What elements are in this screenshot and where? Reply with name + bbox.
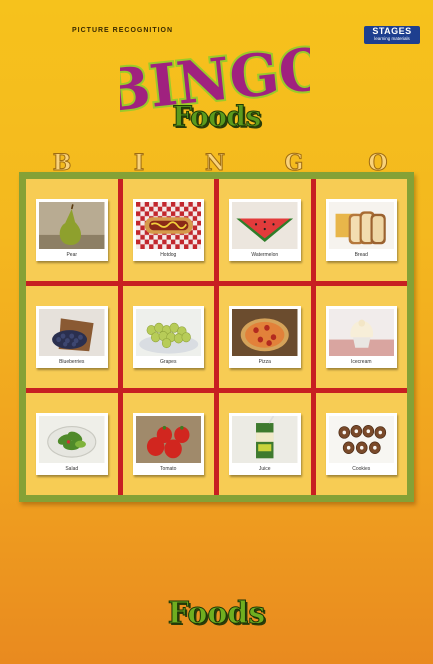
- juice-icon: [232, 416, 298, 463]
- bingo-cell[interactable]: Cookies: [315, 393, 407, 495]
- bingo-cell[interactable]: Tomato: [122, 393, 214, 495]
- picture-card: Grapes: [132, 306, 204, 368]
- pizza-icon: [232, 309, 298, 356]
- game-box-cover: PICTURE RECOGNITION STAGES learning mate…: [0, 0, 433, 664]
- card-label: Icecream: [350, 359, 372, 365]
- bingo-board: Pear Hotdog Watermelon Bread Blueberries…: [19, 172, 414, 502]
- bingo-cell[interactable]: Salad: [26, 393, 118, 495]
- card-label: Hotdog: [160, 252, 177, 258]
- card-label: Juice: [258, 466, 271, 472]
- picture-card: Pear: [36, 199, 108, 261]
- subtitle: Foods: [172, 100, 262, 134]
- bingo-cell[interactable]: Icecream: [315, 286, 407, 388]
- brand-logo: STAGES learning materials: [364, 26, 420, 44]
- bingo-cell[interactable]: Hotdog: [122, 179, 214, 281]
- card-label: Bread: [354, 252, 368, 258]
- tomato-icon: [135, 416, 201, 463]
- picture-card: Hotdog: [132, 199, 204, 261]
- footer-title: Foods: [167, 596, 266, 632]
- cookies-icon: [328, 416, 394, 463]
- picture-card: Tomato: [132, 413, 204, 475]
- picture-card: Juice: [229, 413, 301, 475]
- card-label: Blueberries: [59, 359, 85, 365]
- card-label: Pear: [66, 252, 78, 258]
- card-label: Grapes: [160, 359, 177, 365]
- blueberries-icon: [39, 309, 105, 356]
- card-label: Tomato: [160, 466, 177, 472]
- salad-icon: [39, 416, 105, 463]
- brand-tagline: learning materials: [374, 36, 410, 41]
- card-label: Pizza: [258, 359, 271, 365]
- grapes-icon: [135, 309, 201, 356]
- card-label: Salad: [65, 466, 79, 472]
- bingo-cell[interactable]: Grapes: [122, 286, 214, 388]
- picture-card: Watermelon: [229, 199, 301, 261]
- hotdog-icon: [135, 202, 201, 249]
- card-label: Cookies: [352, 466, 371, 472]
- bingo-cell[interactable]: Pear: [26, 179, 118, 281]
- column-letters: B I N G O: [0, 150, 433, 177]
- card-label: Watermelon: [251, 252, 279, 258]
- bingo-cell[interactable]: Juice: [219, 393, 311, 495]
- pear-icon: [39, 202, 105, 249]
- brand-name: STAGES: [372, 26, 412, 36]
- bingo-cell[interactable]: Watermelon: [219, 179, 311, 281]
- picture-card: Blueberries: [36, 306, 108, 368]
- icecream-icon: [328, 309, 394, 356]
- watermelon-icon: [232, 202, 298, 249]
- bingo-cell[interactable]: Bread: [315, 179, 407, 281]
- picture-card: Salad: [36, 413, 108, 475]
- picture-card: Bread: [325, 199, 397, 261]
- picture-card: Cookies: [325, 413, 397, 475]
- bread-icon: [328, 202, 394, 249]
- bingo-grid: Pear Hotdog Watermelon Bread Blueberries…: [26, 179, 407, 495]
- bingo-cell[interactable]: Blueberries: [26, 286, 118, 388]
- picture-card: Icecream: [325, 306, 397, 368]
- bingo-cell[interactable]: Pizza: [219, 286, 311, 388]
- picture-card: Pizza: [229, 306, 301, 368]
